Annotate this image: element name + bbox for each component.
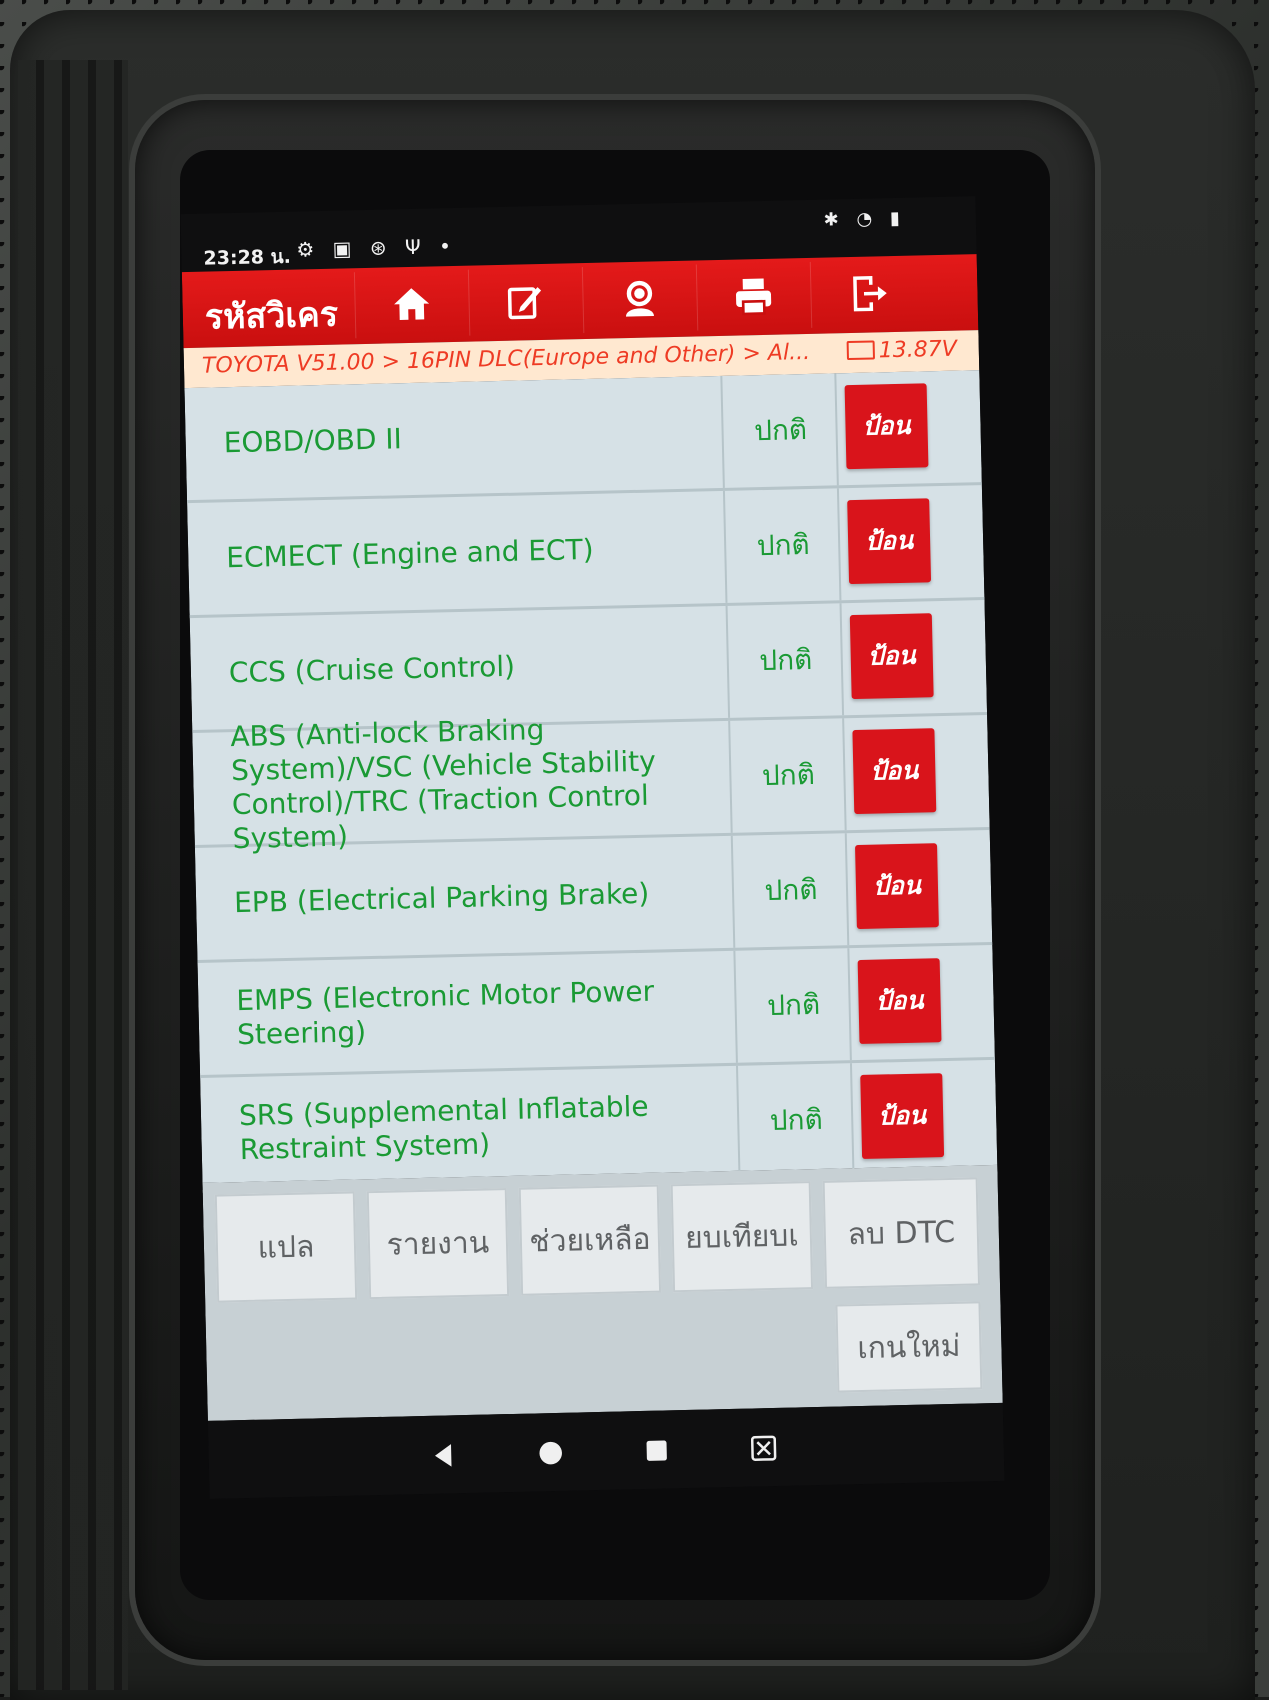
print-icon: [735, 278, 772, 316]
back-icon: [435, 1444, 452, 1467]
system-name: SRS (Supplemental Inflatable Restraint S…: [200, 1065, 741, 1190]
system-name: EMPS (Electronic Motor Power Steering): [197, 950, 738, 1075]
back-button[interactable]: [423, 1435, 464, 1476]
system-list: EOBD/OBD II ปกติ ป้อน ECMECT (Engine and…: [184, 370, 998, 1193]
screenshot-icon: [750, 1435, 777, 1461]
system-name: EPB (Electrical Parking Brake): [194, 835, 736, 960]
sync-icon: ⊛: [369, 235, 393, 260]
home-button[interactable]: [353, 269, 469, 339]
home-icon: [394, 288, 430, 320]
system-row: ABS (Anti-lock Braking System)/VSC (Vehi…: [192, 713, 990, 855]
system-status: ปกติ: [737, 948, 852, 1063]
translate-button[interactable]: แปล: [214, 1191, 358, 1303]
breadcrumb-path: TOYOTA V51.00 > 16PIN DLC(Europe and Oth…: [201, 339, 811, 379]
gear-icon: ⚙: [296, 237, 321, 262]
system-name: ECMECT (Engine and ECT): [187, 490, 728, 616]
exit-button[interactable]: [809, 259, 925, 328]
edit-icon: [507, 287, 542, 320]
status-icons: ⚙ ▣ ⊛ Ψ •: [296, 234, 457, 262]
bluetooth-icon: ✱: [823, 209, 845, 231]
status-right-icons: ✱ ◔ ▮: [823, 208, 906, 231]
usb-icon: Ψ: [404, 234, 428, 260]
system-name: EOBD/OBD II: [184, 375, 725, 501]
edit-button[interactable]: [467, 267, 583, 336]
enter-button[interactable]: ป้อน: [855, 843, 939, 930]
photo-icon: ▣: [332, 236, 358, 261]
system-status: ปกติ: [739, 1063, 855, 1178]
system-row: EOBD/OBD II ปกติ ป้อน: [184, 370, 982, 504]
system-name: ABS (Anti-lock Braking System)/VSC (Vehi…: [192, 713, 733, 855]
system-status: ปกติ: [726, 488, 842, 603]
system-row: EMPS (Electronic Motor Power Steering) ป…: [197, 944, 995, 1078]
system-status: ปกติ: [734, 833, 850, 948]
clear-dtc-button[interactable]: ลบ DTC: [822, 1177, 981, 1289]
support-icon: [625, 280, 654, 317]
action-bar: แปล รายงาน ช่วยเหลือ ยบเทียบเ ลบ DTC เกน…: [202, 1164, 1003, 1421]
battery-voltage-icon: [846, 340, 875, 361]
battery-icon: ▮: [889, 207, 907, 230]
compare-button[interactable]: ยบเทียบเ: [670, 1181, 814, 1293]
dot-icon: •: [438, 233, 458, 259]
recents-button[interactable]: [636, 1430, 677, 1471]
help-button[interactable]: ช่วยเหลือ: [518, 1184, 662, 1296]
enter-button[interactable]: ป้อน: [844, 383, 929, 470]
system-status: ปกติ: [724, 373, 839, 488]
system-row: EPB (Electrical Parking Brake) ปกติ ป้อน: [194, 829, 993, 963]
rescan-button[interactable]: เกนใหม่: [835, 1301, 983, 1393]
enter-button[interactable]: ป้อน: [860, 1073, 945, 1159]
tablet-screen: 23:28 น. ⚙ ▣ ⊛ Ψ • ✱ ◔ ▮ รหัสวิเคร TOYOT…: [180, 196, 1005, 1499]
print-button[interactable]: [695, 261, 811, 331]
enter-button[interactable]: ป้อน: [852, 728, 937, 815]
exit-icon: [853, 276, 887, 312]
system-status: ปกติ: [729, 603, 845, 718]
home-circle-icon: [539, 1441, 562, 1465]
screenshot-button[interactable]: [743, 1428, 784, 1469]
home-nav-button[interactable]: [530, 1433, 571, 1474]
support-button[interactable]: [581, 264, 697, 334]
enter-button[interactable]: ป้อน: [849, 613, 934, 700]
enter-button[interactable]: ป้อน: [847, 498, 932, 585]
recents-icon: [646, 1440, 667, 1461]
enter-button[interactable]: ป้อน: [857, 958, 942, 1044]
system-status: ปกติ: [732, 718, 847, 833]
page-title: รหัสวิเคร: [204, 294, 339, 338]
device-grip: [18, 60, 128, 1690]
wifi-icon: ◔: [856, 208, 879, 230]
status-time: 23:28 น.: [203, 245, 292, 270]
voltage-value: 13.87V: [878, 336, 958, 364]
voltage-readout: 13.87V: [846, 336, 958, 364]
system-row: ECMECT (Engine and ECT) ปกติ ป้อน: [187, 485, 985, 619]
report-button[interactable]: รายงาน: [366, 1188, 510, 1300]
